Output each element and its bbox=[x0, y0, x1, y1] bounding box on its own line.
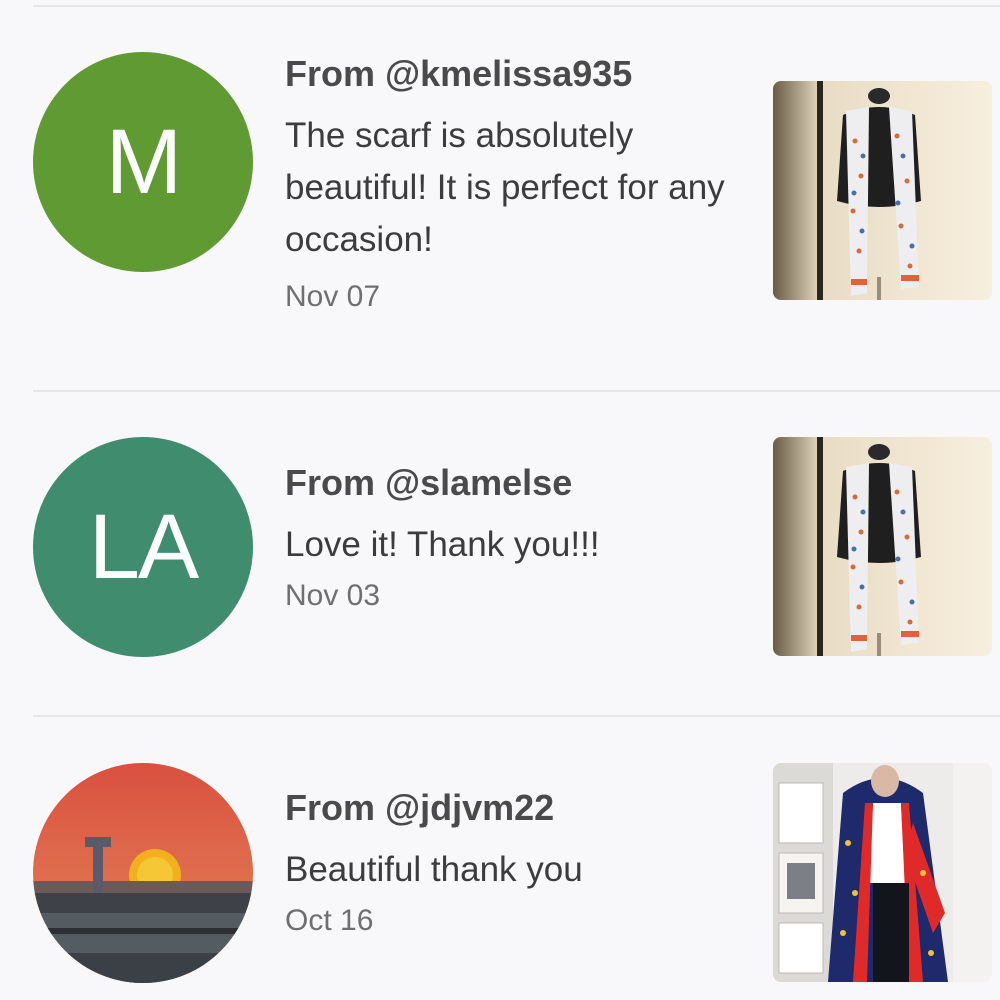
review-date: Nov 03 bbox=[285, 579, 381, 612]
product-thumbnail[interactable] bbox=[773, 437, 992, 656]
avatar[interactable]: LA bbox=[33, 437, 253, 657]
product-thumbnail[interactable] bbox=[773, 81, 992, 300]
divider bbox=[33, 5, 1000, 7]
scarf-on-mannequin-image bbox=[773, 437, 992, 656]
reviewer-name[interactable]: From @kmelissa935 bbox=[285, 52, 725, 96]
product-thumbnail[interactable] bbox=[773, 763, 992, 982]
reviewer-name[interactable]: From @slamelse bbox=[285, 461, 725, 505]
sunset-photo-icon bbox=[33, 763, 253, 983]
avatar-initials: LA bbox=[88, 495, 200, 598]
review-date: Oct 16 bbox=[285, 904, 374, 937]
avatar-initials: M bbox=[105, 110, 183, 213]
divider bbox=[33, 390, 1000, 392]
scarf-on-mannequin-image bbox=[773, 81, 992, 300]
review-text: The scarf is absolutely beautiful! It is… bbox=[285, 116, 725, 259]
review-date: Nov 07 bbox=[285, 280, 381, 313]
reviewer-name[interactable]: From @jdjvm22 bbox=[285, 786, 725, 830]
review-text: Love it! Thank you!!! bbox=[285, 525, 600, 564]
person-wearing-scarf-image bbox=[773, 763, 992, 982]
avatar[interactable]: M bbox=[33, 52, 253, 272]
avatar[interactable] bbox=[33, 763, 253, 983]
divider bbox=[33, 715, 1000, 717]
review-text: Beautiful thank you bbox=[285, 850, 583, 889]
